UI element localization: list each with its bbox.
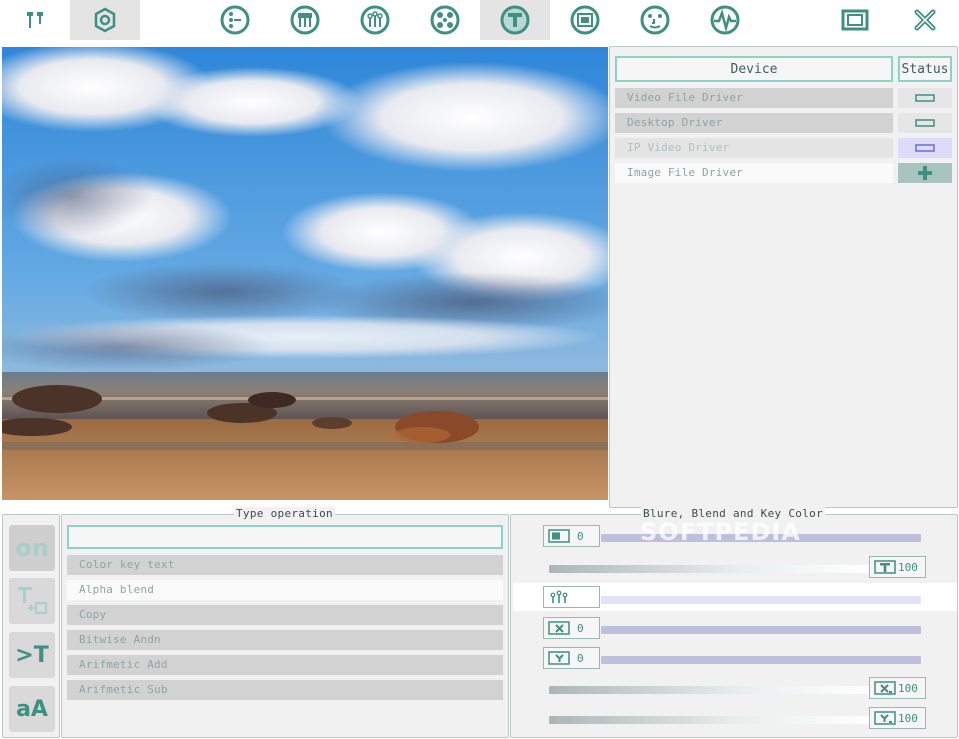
type-operation-title: Type operation (234, 507, 335, 520)
device-row-video-file[interactable]: Video File Driver (615, 88, 893, 108)
device-status-video-file[interactable] (898, 88, 952, 108)
operation-arifmetic-add[interactable]: Arifmetic Add (67, 655, 503, 675)
status-column-header: Status (898, 56, 952, 82)
effects-button[interactable] (410, 0, 480, 40)
x-offset-slider[interactable] (601, 626, 921, 634)
close-icon (914, 9, 936, 31)
source-button[interactable] (200, 0, 270, 40)
device-row-image-file[interactable]: Image File Driver (615, 163, 893, 183)
blur-control[interactable]: 0 (543, 525, 600, 547)
add-text-icon (18, 587, 47, 614)
font-label: aA (16, 696, 48, 722)
y-scale-icon (873, 710, 897, 726)
x-offset-icon (547, 620, 571, 636)
filter-button[interactable] (340, 0, 410, 40)
x-offset-control[interactable]: 0 (543, 617, 600, 639)
operation-copy[interactable]: Copy (67, 605, 503, 625)
device-status-ip-video[interactable] (898, 138, 952, 158)
x-offset-value: 0 (577, 621, 584, 635)
operation-arifmetic-sub[interactable]: Arifmetic Sub (67, 680, 503, 700)
device-status-desktop[interactable] (898, 113, 952, 133)
y-offset-icon (547, 650, 571, 666)
y-offset-value: 0 (577, 651, 584, 665)
type-operation-input[interactable] (67, 525, 503, 549)
minus-icon (915, 144, 935, 152)
left-tool-column: on >T aA (2, 514, 60, 738)
levels-icon (547, 589, 571, 605)
fullscreen-icon (841, 9, 869, 31)
device-panel: Device Status Video File Driver Desktop … (609, 46, 958, 508)
operation-color-key-text[interactable]: Color key text (67, 555, 503, 575)
y-scale-control[interactable]: 100 (869, 707, 926, 729)
on-toggle-button[interactable]: on (9, 525, 55, 571)
type-operation-panel: Type operation Color key text Alpha blen… (61, 507, 509, 738)
waveform-button[interactable] (690, 0, 760, 40)
video-preview[interactable] (2, 47, 608, 500)
operation-bitwise-andn[interactable]: Bitwise Andn (67, 630, 503, 650)
device-row-desktop[interactable]: Desktop Driver (615, 113, 893, 133)
plus-icon (918, 166, 932, 180)
tools-icon (27, 12, 43, 28)
x-scale-slider[interactable] (549, 686, 869, 694)
face-button[interactable] (620, 0, 690, 40)
y-scale-value: 100 (898, 711, 918, 725)
operation-alpha-blend[interactable]: Alpha blend (67, 580, 503, 600)
minus-icon (915, 119, 935, 127)
x-scale-value: 100 (898, 681, 918, 695)
device-row-ip-video[interactable]: IP Video Driver (615, 138, 893, 158)
settings-button[interactable] (70, 0, 140, 40)
y-offset-control[interactable]: 0 (543, 647, 600, 669)
text-in-label: >T (15, 642, 49, 668)
device-status-image-file[interactable] (898, 163, 952, 183)
text-alpha-value: 100 (898, 560, 918, 574)
levels-slider[interactable] (601, 596, 921, 604)
face-icon (640, 5, 670, 35)
x-scale-icon (873, 680, 897, 696)
text-alpha-control[interactable]: 100 (869, 556, 926, 578)
waveform-icon (710, 5, 740, 35)
text-alpha-slider[interactable] (549, 565, 869, 573)
font-button[interactable]: aA (9, 686, 55, 732)
blend-button[interactable] (270, 0, 340, 40)
levels-control[interactable] (543, 586, 600, 608)
toolbar (0, 0, 959, 44)
watermark: SOFTPEDIA (640, 518, 801, 546)
filter-icon (360, 5, 390, 35)
blur-icon (547, 528, 571, 544)
source-icon (220, 5, 250, 35)
close-button[interactable] (890, 0, 959, 40)
tools-button[interactable] (0, 0, 70, 40)
window-icon (570, 5, 600, 35)
effects-icon (430, 5, 460, 35)
y-offset-slider[interactable] (601, 656, 921, 664)
text-button[interactable] (480, 0, 550, 40)
landscape-image (2, 47, 608, 500)
text-icon (500, 5, 530, 35)
settings-icon (94, 7, 116, 33)
text-alpha-icon (873, 559, 897, 575)
text-in-button[interactable]: >T (9, 632, 55, 678)
fullscreen-button[interactable] (820, 0, 890, 40)
device-column-header: Device (615, 56, 893, 82)
window-button[interactable] (550, 0, 620, 40)
on-label: on (15, 534, 49, 562)
blend-icon (290, 5, 320, 35)
add-text-button[interactable] (9, 578, 55, 624)
minus-icon (915, 94, 935, 102)
blur-value: 0 (577, 529, 584, 543)
y-scale-slider[interactable] (549, 716, 869, 724)
x-scale-control[interactable]: 100 (869, 677, 926, 699)
blend-panel: Blure, Blend and Key Color 0 100 0 0 100… (510, 507, 958, 738)
